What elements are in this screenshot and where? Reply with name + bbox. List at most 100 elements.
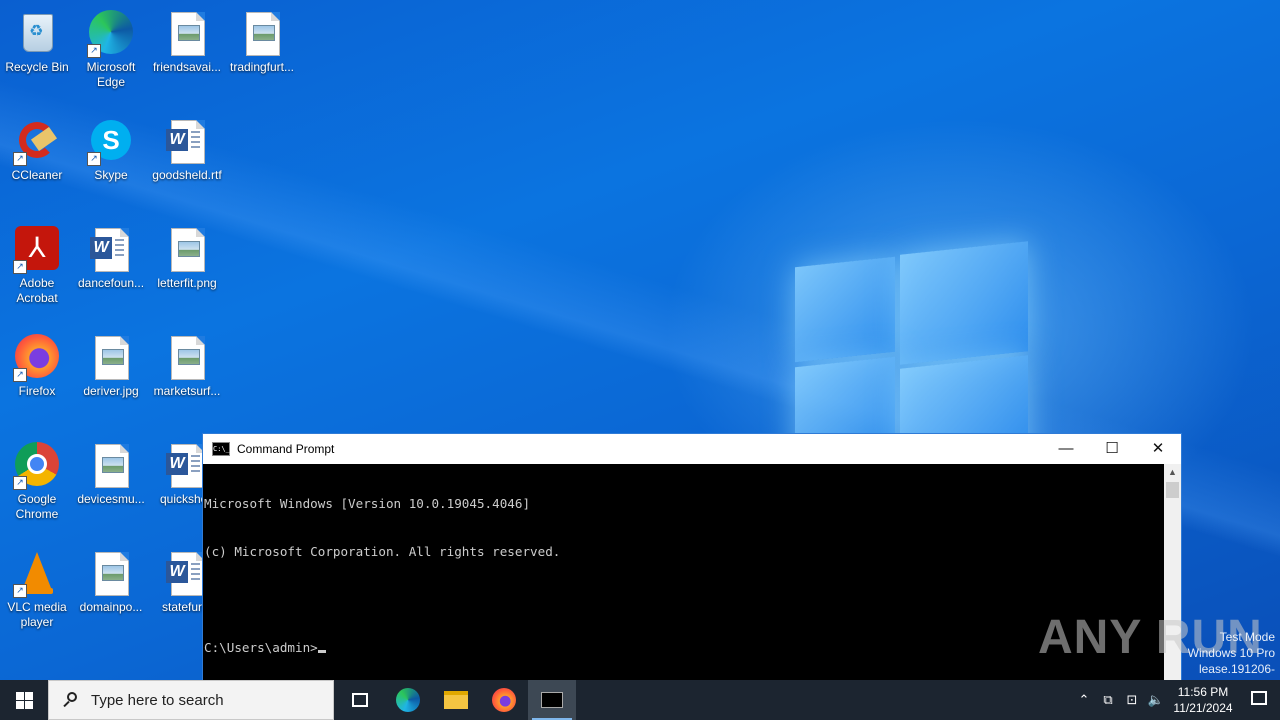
icon-label: deriver.jpg (83, 384, 139, 398)
chevron-up-icon[interactable]: ⌃ (1072, 692, 1096, 708)
minimize-button[interactable]: — (1043, 434, 1089, 464)
watermark-line: lease.191206-1406 (1198, 662, 1275, 680)
device-icon[interactable]: ⧉ (1096, 692, 1120, 708)
icon-label: letterfit.png (157, 276, 217, 290)
acrobat-icon: ⅄ ↗ (13, 226, 61, 274)
taskbar-firefox[interactable] (480, 680, 528, 720)
system-tray: ⌃ ⧉ ⊡ 🔈 11:56 PM 11/21/2024 (1072, 680, 1280, 720)
console-prompt-line[interactable]: C:\Users\admin> (204, 640, 1165, 656)
desktop-icon-google-chrome[interactable]: ↗ Google Chrome (1, 438, 73, 522)
shortcut-arrow-icon: ↗ (87, 152, 101, 166)
icon-label: Skype (94, 168, 128, 182)
notification-button[interactable] (1238, 690, 1280, 710)
console-prompt: C:\Users\admin> (204, 640, 318, 655)
watermark-line: Windows 10 Pro (1187, 646, 1275, 660)
cmd-icon: C:\_ (212, 442, 230, 456)
search-input[interactable] (89, 690, 313, 710)
taskbar-command-prompt[interactable] (528, 680, 576, 720)
desktop-icon-vlc[interactable]: ↗ VLC media player (1, 546, 73, 630)
skype-icon: S ↗ (87, 118, 135, 166)
edge-icon (396, 688, 420, 712)
image-file-icon (87, 550, 135, 598)
clock-time: 11:56 PM (1177, 685, 1229, 699)
desktop-icon-dancefoun[interactable]: W dancefoun... (75, 222, 147, 291)
command-prompt-window[interactable]: C:\_ Command Prompt — ☐ ✕ Microsoft Wind… (202, 433, 1182, 680)
icon-label: Microsoft Edge (86, 60, 136, 89)
desktop-icon-deriver[interactable]: deriver.jpg (75, 330, 147, 399)
icon-label: CCleaner (11, 168, 63, 182)
notification-icon (1251, 690, 1267, 705)
image-file-icon (87, 334, 135, 382)
vlc-cone-icon: ↗ (13, 550, 61, 598)
console-output[interactable]: Microsoft Windows [Version 10.0.19045.40… (203, 464, 1165, 680)
scroll-up-arrow-icon[interactable]: ▲ (1164, 464, 1181, 481)
desktop-icon-letterfit[interactable]: letterfit.png (151, 222, 223, 291)
shortcut-arrow-icon: ↗ (13, 152, 27, 166)
icon-label: dancefoun... (77, 276, 145, 290)
shortcut-arrow-icon: ↗ (87, 44, 101, 58)
desktop-icon-devicesmu[interactable]: devicesmu... (75, 438, 147, 507)
clock-date: 11/21/2024 (1173, 701, 1233, 715)
icon-label: Firefox (18, 384, 56, 398)
window-title: Command Prompt (237, 442, 335, 456)
scrollbar-thumb[interactable] (1166, 482, 1179, 498)
shortcut-arrow-icon: ↗ (13, 368, 27, 382)
desktop-icon-friendsavai[interactable]: friendsavai... (151, 6, 223, 75)
clock[interactable]: 11:56 PM 11/21/2024 (1168, 684, 1238, 716)
taskbar-file-explorer[interactable] (432, 680, 480, 720)
volume-icon[interactable]: 🔈 (1144, 692, 1168, 708)
start-button[interactable] (0, 680, 48, 720)
close-button[interactable]: ✕ (1135, 434, 1181, 464)
icon-label: goodsheld.rtf (152, 168, 222, 182)
image-file-icon (163, 334, 211, 382)
shortcut-arrow-icon: ↗ (13, 584, 27, 598)
ccleaner-icon: ↗ (13, 118, 61, 166)
console-line: (c) Microsoft Corporation. All rights re… (204, 544, 561, 559)
image-file-icon (87, 442, 135, 490)
icon-label: domainpo... (79, 600, 143, 614)
desktop-icon-marketsurf[interactable]: marketsurf... (151, 330, 223, 399)
recycle-bin-icon: ♻ (13, 10, 61, 58)
desktop-icon-firefox[interactable]: ↗ Firefox (1, 330, 73, 399)
image-file-icon (238, 10, 286, 58)
watermark-line: Test Mode (1219, 630, 1275, 644)
cmd-icon (541, 692, 563, 708)
icon-label: Recycle Bin (5, 60, 69, 74)
firefox-icon: ↗ (13, 334, 61, 382)
image-file-icon (163, 226, 211, 274)
edge-icon: ↗ (87, 10, 135, 58)
task-view-icon (352, 693, 368, 707)
icon-label: devicesmu... (77, 492, 145, 506)
test-mode-watermark: Test Mode Windows 10 Pro lease.191206-14… (1183, 629, 1275, 680)
desktop-icon-ccleaner[interactable]: ↗ CCleaner (1, 114, 73, 183)
taskbar-edge[interactable] (384, 680, 432, 720)
desktop-icon-skype[interactable]: S ↗ Skype (75, 114, 147, 183)
icon-label: friendsavai... (152, 60, 222, 74)
desktop-icon-tradingfurt[interactable]: tradingfurt... (226, 6, 298, 75)
icon-label: Adobe Acrobat (16, 276, 58, 305)
image-file-icon (163, 10, 211, 58)
folder-icon (444, 691, 468, 709)
icon-label: VLC media player (7, 600, 67, 629)
desktop-icon-microsoft-edge[interactable]: ↗ Microsoft Edge (75, 6, 147, 90)
taskbar: ⌃ ⧉ ⊡ 🔈 11:56 PM 11/21/2024 (0, 680, 1280, 720)
maximize-button[interactable]: ☐ (1089, 434, 1135, 464)
icon-label: marketsurf... (153, 384, 221, 398)
taskbar-search-box[interactable] (48, 680, 334, 720)
shortcut-arrow-icon: ↗ (13, 476, 27, 490)
desktop-icon-adobe-acrobat[interactable]: ⅄ ↗ Adobe Acrobat (1, 222, 73, 306)
task-view-button[interactable] (336, 680, 384, 720)
desktop-icon-goodsheld[interactable]: W goodsheld.rtf (151, 114, 223, 183)
text-cursor (317, 650, 326, 653)
network-icon[interactable]: ⊡ (1120, 692, 1144, 708)
window-titlebar[interactable]: C:\_ Command Prompt — ☐ ✕ (203, 434, 1181, 464)
word-document-icon: W (163, 118, 211, 166)
word-document-icon: W (87, 226, 135, 274)
icon-label: tradingfurt... (229, 60, 295, 74)
desktop-icon-domainpo[interactable]: domainpo... (75, 546, 147, 615)
desktop: ♻ Recycle Bin ↗ CCleaner ⅄ ↗ Adobe Acrob… (0, 0, 1280, 680)
firefox-icon (492, 688, 516, 712)
desktop-icon-recycle-bin[interactable]: ♻ Recycle Bin (1, 6, 73, 75)
console-line: Microsoft Windows [Version 10.0.19045.40… (204, 496, 531, 511)
